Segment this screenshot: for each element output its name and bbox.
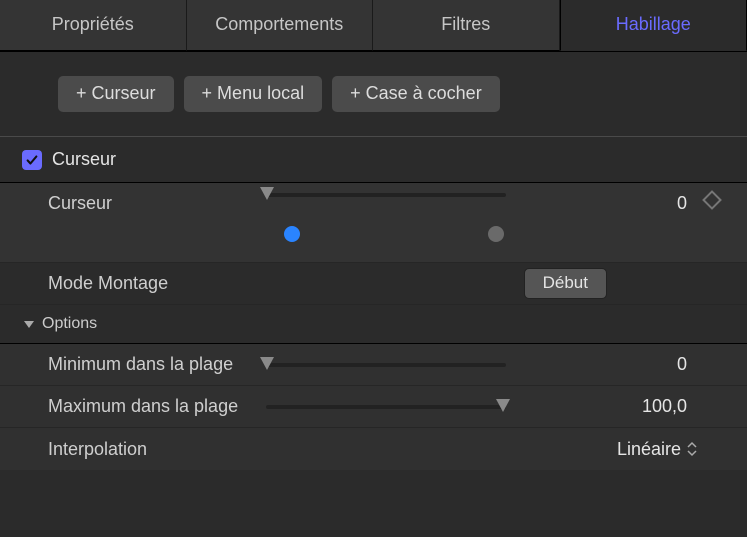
- keyframe-icon[interactable]: [702, 190, 722, 210]
- tab-comportements[interactable]: Comportements: [187, 0, 374, 51]
- max-range-slider[interactable]: [266, 405, 506, 409]
- mode-montage-button[interactable]: Début: [524, 268, 607, 299]
- row-mode-montage: Mode Montage Début: [0, 263, 747, 305]
- curseur-slider[interactable]: [266, 193, 506, 197]
- range-start-handle[interactable]: [284, 226, 300, 242]
- section-title: Curseur: [52, 149, 116, 170]
- min-range-slider[interactable]: [266, 363, 506, 367]
- max-range-label: Maximum dans la plage: [48, 396, 266, 417]
- row-interpolation: Interpolation Linéaire: [0, 428, 747, 470]
- slider-thumb-icon[interactable]: [494, 397, 512, 415]
- slider-thumb-icon[interactable]: [258, 185, 276, 203]
- options-label: Options: [42, 315, 97, 333]
- interpolation-label: Interpolation: [48, 439, 266, 460]
- interpolation-value: Linéaire: [617, 439, 681, 460]
- row-min-range: Minimum dans la plage 0: [0, 344, 747, 386]
- curseur-value[interactable]: 0: [587, 193, 697, 214]
- tab-filtres[interactable]: Filtres: [373, 0, 560, 51]
- section-checkbox[interactable]: [22, 150, 42, 170]
- section-header: Curseur: [0, 137, 747, 183]
- slider-thumb-icon[interactable]: [258, 355, 276, 373]
- disclosure-triangle-icon: [22, 317, 36, 331]
- inspector-panel: Propriétés Comportements Filtres Habilla…: [0, 0, 747, 537]
- mode-montage-label: Mode Montage: [48, 273, 266, 294]
- add-case-a-cocher-button[interactable]: + Case à cocher: [332, 76, 500, 112]
- max-range-value[interactable]: 100,0: [587, 396, 697, 417]
- add-curseur-button[interactable]: + Curseur: [58, 76, 174, 112]
- row-max-range: Maximum dans la plage 100,0: [0, 386, 747, 428]
- options-disclosure[interactable]: Options: [0, 305, 747, 344]
- interpolation-popup[interactable]: Linéaire: [617, 439, 697, 460]
- curseur-label: Curseur: [48, 193, 266, 214]
- min-range-value[interactable]: 0: [587, 354, 697, 375]
- tab-bar: Propriétés Comportements Filtres Habilla…: [0, 0, 747, 52]
- popup-carets-icon: [687, 441, 697, 457]
- tab-proprietes[interactable]: Propriétés: [0, 0, 187, 51]
- curseur-range-indicator[interactable]: [266, 233, 506, 235]
- row-curseur: Curseur 0: [0, 183, 747, 263]
- min-range-label: Minimum dans la plage: [48, 354, 266, 375]
- tab-habillage[interactable]: Habillage: [560, 0, 747, 51]
- add-buttons-row: + Curseur + Menu local + Case à cocher: [0, 52, 747, 137]
- add-menu-local-button[interactable]: + Menu local: [184, 76, 323, 112]
- range-end-handle[interactable]: [488, 226, 504, 242]
- checkmark-icon: [25, 153, 39, 167]
- parameter-rows: Curseur 0 Mode Montage Début: [0, 183, 747, 470]
